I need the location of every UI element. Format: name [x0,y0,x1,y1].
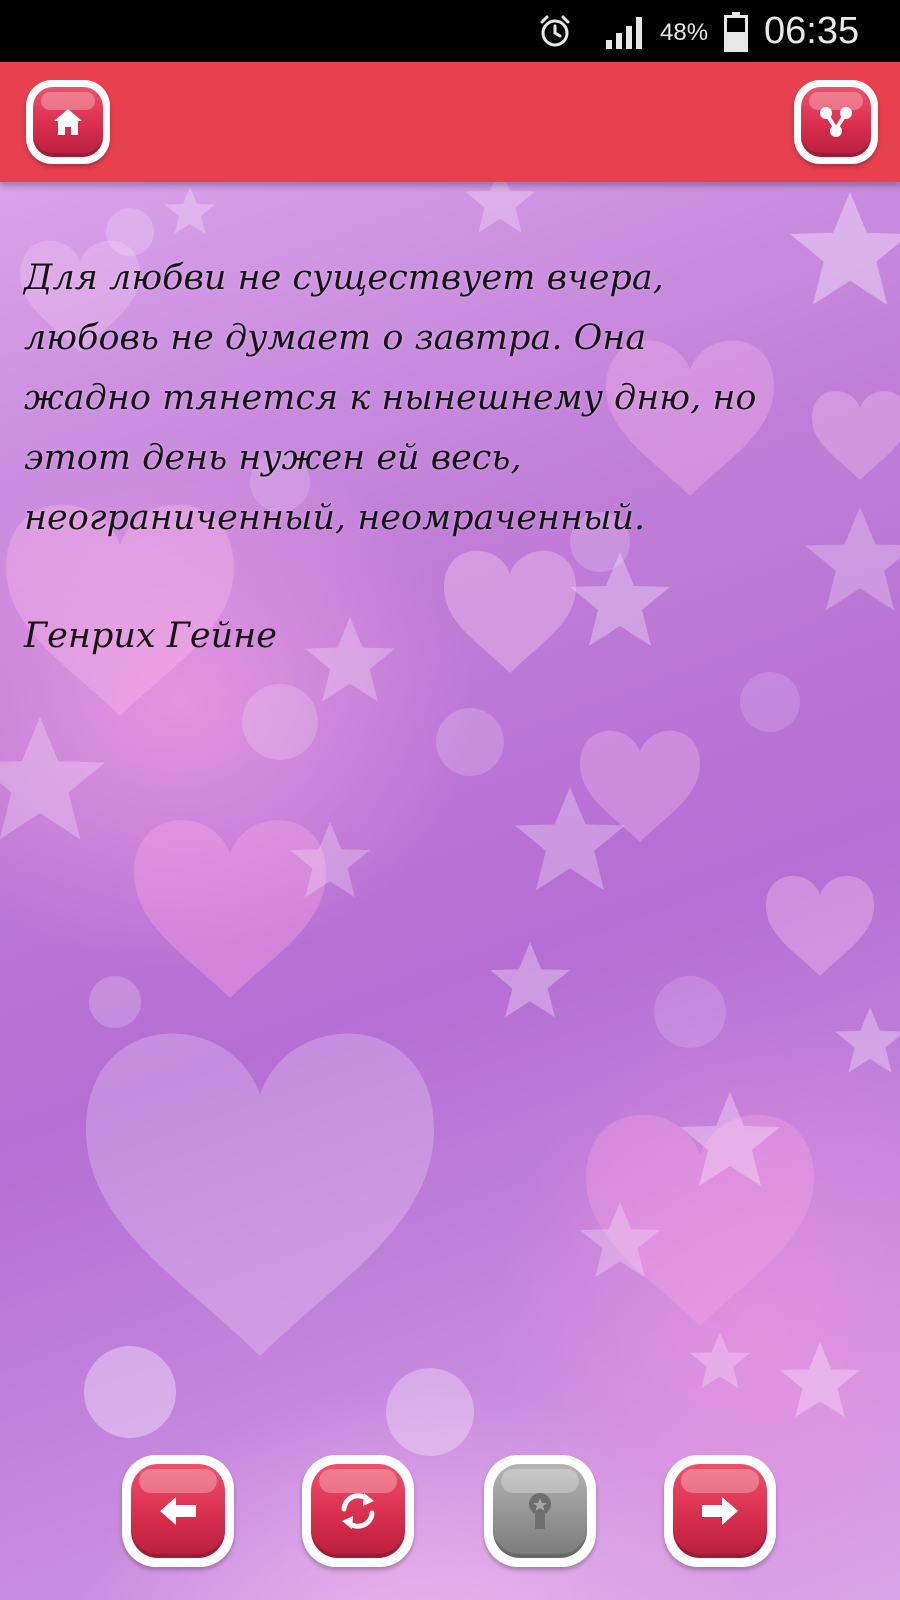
arrow-right-icon [702,1497,738,1525]
clock: 06:35 [764,10,860,52]
battery-icon [724,12,748,52]
quote-text: Для любви не существует вчера, любовь не… [24,248,874,548]
favorite-icon [529,1493,551,1529]
previous-quote-button[interactable] [122,1455,234,1567]
quote-line: Для любви не существует вчера, [24,258,664,298]
home-button[interactable] [26,80,110,164]
alarm-icon [540,15,570,47]
quote-line: любовь не думает о завтра. Она [24,318,647,358]
arrow-left-icon [160,1497,196,1525]
shuffle-icon [341,1493,375,1529]
quote-line: неограниченный, неомраченный. [24,498,646,538]
favorite-button[interactable] [484,1455,596,1567]
battery-percent: 48% [660,19,709,46]
quote-line: этот день нужен ей весь, [24,438,522,478]
quote-block: Для любви не существует вчера, любовь не… [24,248,874,666]
share-button[interactable] [794,80,878,164]
home-icon [54,109,82,135]
status-bar: 48% 06:35 [0,0,900,62]
shuffle-button[interactable] [302,1455,414,1567]
quote-author: Генрих Гейне [24,616,277,656]
share-icon [820,107,852,137]
quote-line: жадно тянется к нынешнему дню, но [24,378,757,418]
toolbar [0,62,900,182]
next-quote-button[interactable] [664,1455,776,1567]
signal-icon [606,17,642,49]
